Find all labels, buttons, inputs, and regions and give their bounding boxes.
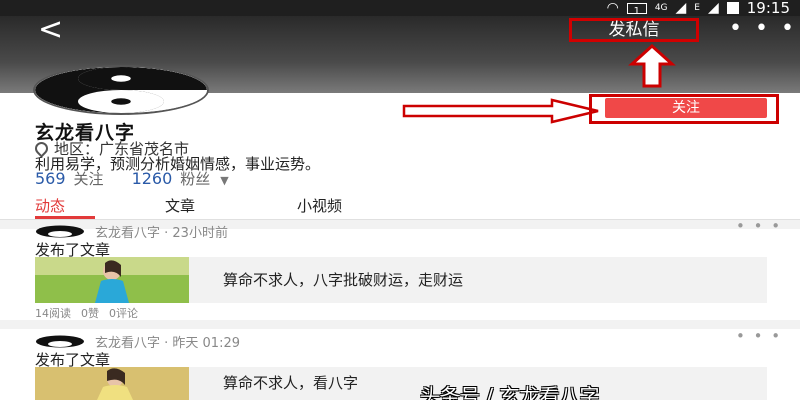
tab-activity[interactable]: 动态 xyxy=(35,195,65,216)
yin-yang-icon xyxy=(35,67,207,113)
signal-icon-2: ◢ xyxy=(707,0,719,16)
tab-short-videos[interactable]: 小视频 xyxy=(297,195,342,216)
chevron-down-icon[interactable]: ▼ xyxy=(220,174,228,187)
wifi-icon: ◠ xyxy=(606,0,619,16)
post-author-time: 玄龙看八字 · 昨天 01:29 xyxy=(95,335,240,351)
post-author-time: 玄龙看八字 · 23小时前 xyxy=(95,225,228,241)
comment-count: 0评论 xyxy=(109,307,138,320)
watermark: 头条号 / 玄龙看八字 xyxy=(420,384,600,400)
sim-badge: 1 xyxy=(626,2,647,17)
following-count[interactable]: 569 xyxy=(35,169,66,188)
author-avatar-icon xyxy=(36,335,84,347)
article-thumbnail xyxy=(35,367,189,400)
active-tab-indicator xyxy=(35,216,95,219)
read-count: 14阅读 xyxy=(35,307,71,320)
profile-stats: 569 关注 1260 粉丝 ▼ xyxy=(35,168,229,189)
feed-item[interactable]: 玄龙看八字 · 昨天 01:29 • • • 发布了文章 算命不求人，看八字 xyxy=(0,327,800,400)
avatar[interactable] xyxy=(33,65,209,115)
section-separator xyxy=(0,320,800,329)
signal-icon: ◢ xyxy=(675,0,687,16)
article-title: 算命不求人，看八字 xyxy=(223,374,359,392)
roaming-label: E xyxy=(694,3,700,13)
post-header: 玄龙看八字 · 23小时前 xyxy=(35,223,228,241)
annotation-arrow-right-icon xyxy=(402,98,599,124)
back-icon[interactable]: < xyxy=(38,15,63,45)
article-card[interactable]: 算命不求人，看八字 xyxy=(35,367,767,400)
fans-label[interactable]: 粉丝 xyxy=(180,168,210,189)
tab-bar: 动态 文章 小视频 xyxy=(0,193,800,220)
more-icon[interactable]: • • • xyxy=(736,327,782,345)
more-icon[interactable]: • • • xyxy=(729,18,797,40)
more-icon[interactable]: • • • xyxy=(736,217,782,235)
like-count: 0赞 xyxy=(81,307,99,320)
battery-icon xyxy=(726,2,739,14)
author-avatar-icon xyxy=(36,225,84,237)
post-meta: 14阅读 0赞 0评论 xyxy=(35,305,138,321)
article-title: 算命不求人，八字批破财运，走财运 xyxy=(223,271,464,289)
tab-articles[interactable]: 文章 xyxy=(165,195,195,216)
article-thumbnail xyxy=(35,257,189,303)
article-card[interactable]: 算命不求人，八字批破财运，走财运 xyxy=(35,257,767,303)
status-bar: ◠ 1 4G ◢ E ◢ 19:15 xyxy=(0,0,800,17)
send-message-button[interactable]: 发私信 xyxy=(569,18,699,42)
follow-button[interactable]: 关注 xyxy=(605,98,767,118)
status-icons: ◠ 1 4G ◢ E ◢ 19:15 xyxy=(606,0,790,17)
post-header: 玄龙看八字 · 昨天 01:29 xyxy=(35,333,240,351)
fans-count[interactable]: 1260 xyxy=(132,169,173,188)
feed-item[interactable]: 玄龙看八字 · 23小时前 • • • 发布了文章 算命不求人，八字批破财运，走… xyxy=(0,217,800,323)
following-label[interactable]: 关注 xyxy=(74,168,104,189)
annotation-arrow-up-icon xyxy=(628,44,676,88)
status-time: 19:15 xyxy=(746,0,790,17)
network-label: 4G xyxy=(654,3,668,13)
